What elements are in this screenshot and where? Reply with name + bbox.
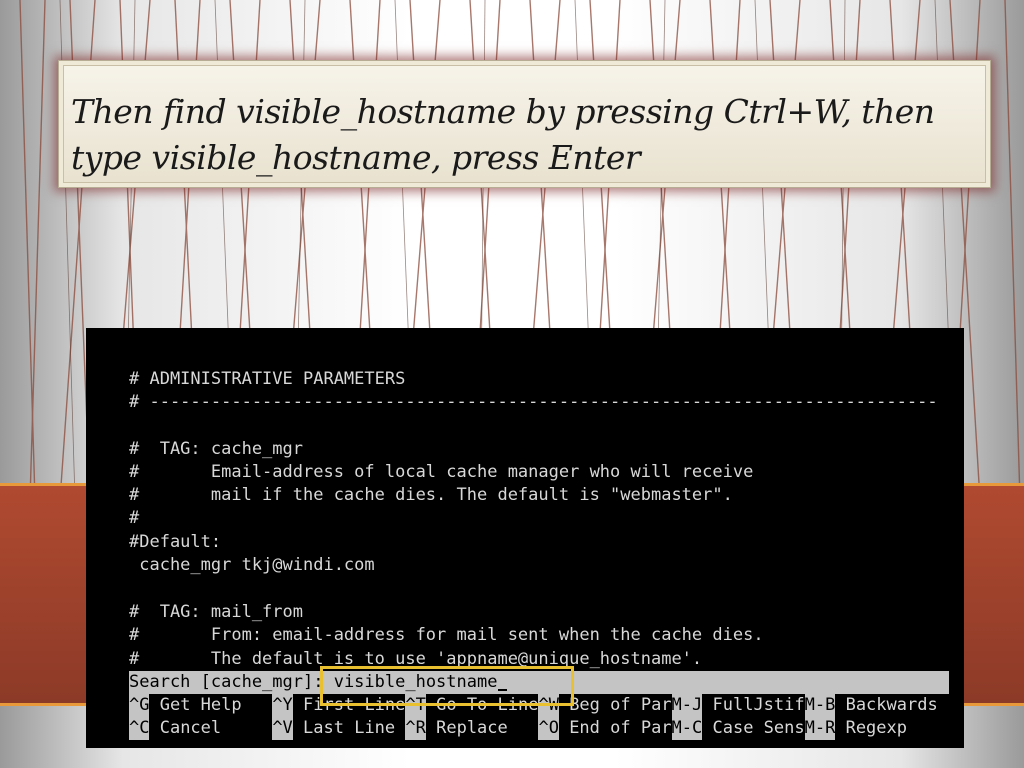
shortcut-label: Last Line [292, 718, 406, 738]
shortcut-key: ^C [129, 717, 150, 740]
shortcut-label: FullJstif [702, 695, 805, 715]
terminal-line: # From: email-address for mail sent when… [129, 625, 764, 645]
shortcut-replace[interactable]: ^R Replace [405, 717, 538, 740]
shortcut-key: M-R [804, 717, 836, 740]
shortcut-get-help[interactable]: ^G Get Help [129, 694, 272, 717]
shortcut-label: Backwards [835, 695, 938, 715]
terminal-line: # --------------------------------------… [129, 392, 938, 412]
shortcut-beg-of-par[interactable]: ^W Beg of Par [538, 694, 672, 717]
shortcut-label: Beg of Par [558, 695, 672, 715]
slide-title-box: Then find visible_hostname by pressing C… [58, 60, 991, 188]
shortcut-case-sens[interactable]: M-C Case Sens [671, 717, 805, 740]
slide-title: Then find visible_hostname by pressing C… [71, 92, 935, 177]
shortcut-backwards[interactable]: M-B Backwards [804, 694, 938, 717]
shortcut-label: Cancel [149, 718, 273, 738]
shortcut-bar-bottom: ^C Cancel ^V Last Line ^R Replace ^O End… [129, 717, 907, 740]
shortcut-last-line[interactable]: ^V Last Line [272, 717, 405, 740]
shortcut-label: Go To Line [425, 695, 539, 715]
shortcut-key: ^T [405, 694, 426, 717]
shortcut-key: ^O [538, 717, 559, 740]
shortcut-go-to-line[interactable]: ^T Go To Line [405, 694, 538, 717]
shortcut-full-justify[interactable]: M-J FullJstif [671, 694, 805, 717]
terminal-window[interactable]: # ADMINISTRATIVE PARAMETERS # ----------… [86, 328, 964, 748]
shortcut-key: ^V [272, 717, 293, 740]
shortcut-label: Case Sens [702, 718, 805, 738]
shortcut-label: First Line [292, 695, 406, 715]
shortcut-bar-top: ^G Get Help ^Y First Line ^T Go To Line … [129, 694, 938, 717]
terminal-line: cache_mgr tkj@windi.com [129, 555, 375, 575]
terminal-line: # mail if the cache dies. The default is… [129, 485, 733, 505]
terminal-line: # Email-address of local cache manager w… [129, 462, 754, 482]
shortcut-label: Replace [425, 718, 539, 738]
text-cursor [498, 689, 508, 691]
shortcut-key: M-J [671, 694, 703, 717]
shortcut-key: M-B [804, 694, 836, 717]
terminal-line: # [129, 508, 140, 528]
shortcut-end-of-par[interactable]: ^O End of Par [538, 717, 672, 740]
search-bar[interactable]: Search [cache_mgr]: visible_hostname [129, 671, 949, 694]
terminal-line: # TAG: mail_from [129, 602, 303, 622]
shortcut-key: ^W [538, 694, 559, 717]
shortcut-label: End of Par [558, 718, 672, 738]
shortcut-cancel[interactable]: ^C Cancel [129, 717, 272, 740]
shortcut-key: ^G [129, 694, 150, 717]
shortcut-regexp[interactable]: M-R Regexp [804, 717, 907, 740]
shortcut-label: Regexp [835, 718, 907, 738]
search-input[interactable]: visible_hostname [334, 672, 498, 692]
shortcut-key: ^R [405, 717, 426, 740]
shortcut-first-line[interactable]: ^Y First Line [272, 694, 405, 717]
shortcut-key: M-C [671, 717, 703, 740]
terminal-line: # The default is to use 'appname@unique_… [129, 649, 703, 669]
terminal-line: # ADMINISTRATIVE PARAMETERS [129, 369, 406, 389]
terminal-line: #Default: [129, 532, 222, 552]
search-prompt: Search [cache_mgr]: [129, 672, 334, 692]
shortcut-key: ^Y [272, 694, 293, 717]
terminal-line: # TAG: cache_mgr [129, 439, 303, 459]
shortcut-label: Get Help [149, 695, 273, 715]
